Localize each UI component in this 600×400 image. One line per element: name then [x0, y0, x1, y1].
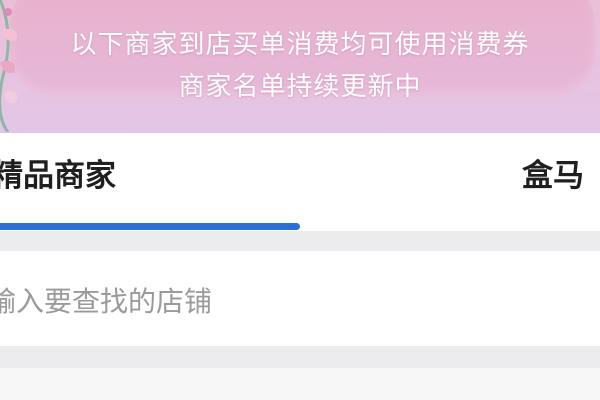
search-bar	[0, 251, 600, 346]
banner-line-2: 商家名单持续更新中	[178, 72, 422, 102]
bottom-divider	[0, 346, 600, 368]
promo-banner: 以下商家到店买单消费均可使用消费券 商家名单持续更新中	[0, 0, 600, 133]
content-area-top	[0, 368, 600, 400]
store-search-input[interactable]	[0, 281, 588, 321]
page-root: 以下商家到店买单消费均可使用消费券 商家名单持续更新中 精品商家 盒马	[0, 0, 600, 400]
active-tab-indicator	[0, 223, 300, 230]
tab-hema[interactable]: 盒马	[522, 161, 584, 192]
banner-line-1: 以下商家到店买单消费均可使用消费券	[70, 30, 530, 60]
section-divider	[0, 231, 600, 251]
tab-premium-merchants[interactable]: 精品商家	[0, 161, 116, 192]
merchant-tabs: 精品商家 盒马	[0, 133, 600, 231]
